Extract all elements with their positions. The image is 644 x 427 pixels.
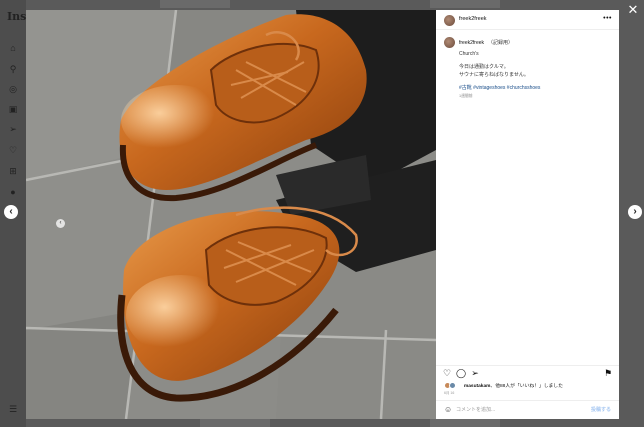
comment-bar: ☺ 投稿する xyxy=(436,400,619,419)
search-icon[interactable]: ⚲ xyxy=(8,64,18,74)
create-icon[interactable]: ⊞ xyxy=(8,166,18,176)
more-options-icon[interactable]: ••• xyxy=(603,15,612,22)
explore-icon[interactable]: ◎ xyxy=(8,84,18,94)
profile-icon[interactable]: ● xyxy=(8,187,18,197)
shoes-image xyxy=(26,10,436,419)
comment-icon[interactable]: ◯ xyxy=(456,368,466,378)
background-thumbnail xyxy=(200,419,270,427)
caption-header: freek2freek （記録用） xyxy=(459,39,513,46)
background-thumbnail xyxy=(430,0,500,8)
background-thumbnail xyxy=(430,419,500,427)
action-bar: ♡ ◯ ➢ ⚑ xyxy=(436,365,619,379)
home-icon[interactable]: ⌂ xyxy=(8,43,18,53)
post-photo[interactable]: ‹ xyxy=(26,10,436,419)
bookmark-icon[interactable]: ⚑ xyxy=(603,368,613,378)
caption-line: Church's xyxy=(459,51,479,57)
share-icon[interactable]: ➢ xyxy=(470,368,480,378)
liker-username[interactable]: masutakam xyxy=(464,384,490,389)
caption-avatar[interactable] xyxy=(444,37,455,48)
previous-post-button[interactable]: ‹ xyxy=(4,205,18,219)
like-icon[interactable]: ♡ xyxy=(442,368,452,378)
photo-previous-icon[interactable]: ‹ xyxy=(56,219,65,228)
likes-text: masutakam、他88人が「いいね！」しました xyxy=(464,382,563,389)
caption-timestamp: 1週間前 xyxy=(459,94,473,98)
messages-icon[interactable]: ➢ xyxy=(8,124,18,134)
notifications-icon[interactable]: ♡ xyxy=(8,145,18,155)
post-header: freek2freek ••• xyxy=(436,10,619,30)
menu-icon[interactable]: ☰ xyxy=(8,404,18,414)
post-details-panel: freek2freek ••• freek2freek （記録用） Church'… xyxy=(436,10,619,419)
post-username[interactable]: freek2freek xyxy=(459,16,487,22)
post-comment-button[interactable]: 投稿する xyxy=(591,406,611,413)
emoji-icon[interactable]: ☺ xyxy=(444,406,452,414)
comment-input[interactable] xyxy=(456,405,586,415)
likes-count: 、他88人が「いいね！」しました xyxy=(490,384,563,389)
caption-username[interactable]: freek2freek xyxy=(459,40,484,46)
caption-line: サウナに寄らねばなりません。 xyxy=(459,72,529,78)
reels-icon[interactable]: ▣ xyxy=(8,104,18,114)
next-post-button[interactable]: › xyxy=(628,205,642,219)
avatar[interactable] xyxy=(444,15,455,26)
post-date: 6月 16 xyxy=(444,391,455,395)
background-thumbnail xyxy=(160,0,230,8)
caption-line: 今日は通勤はクルマ。 xyxy=(459,64,509,70)
liker-avatar xyxy=(449,382,456,389)
caption-hashtags[interactable]: #古靴 #vintageshoes #churchsshoes xyxy=(459,84,540,91)
likes-summary[interactable]: masutakam、他88人が「いいね！」しました xyxy=(444,381,614,391)
close-icon[interactable]: ✕ xyxy=(626,3,640,17)
caption-edited-note: （記録用） xyxy=(488,40,514,46)
